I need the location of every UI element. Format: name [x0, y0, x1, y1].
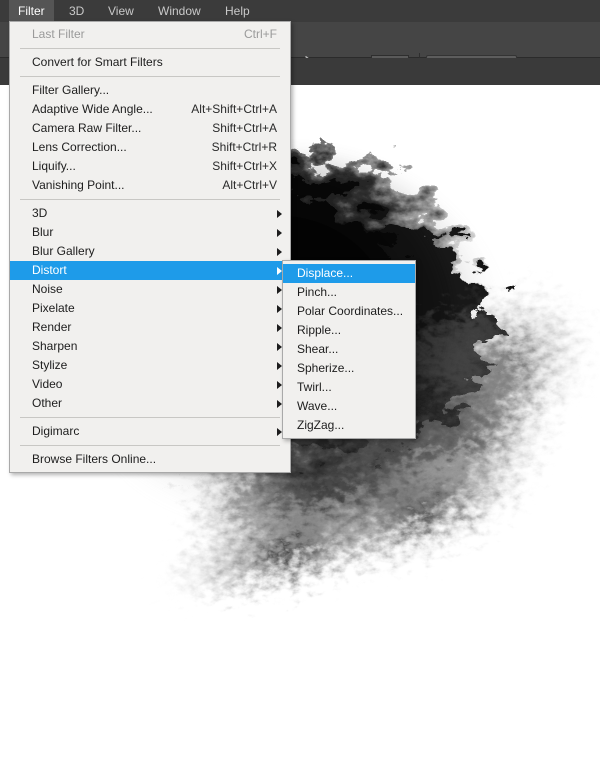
menu-item-label: Render	[32, 320, 72, 334]
menu-item-label: Digimarc	[32, 424, 80, 438]
menu-item-label: Stylize	[32, 358, 68, 372]
menu-item-other[interactable]: Other	[10, 394, 290, 413]
menu-item-label: Sharpen	[32, 339, 78, 353]
menu-item-label: Vanishing Point...	[32, 178, 125, 192]
menu-item-3d[interactable]: 3D	[10, 204, 290, 223]
submenu-item-twirl[interactable]: Twirl...	[283, 378, 415, 397]
submenu-arrow-icon	[277, 248, 282, 256]
menu-item-label: Noise	[32, 282, 63, 296]
menu-item-shortcut: Alt+Ctrl+V	[222, 178, 277, 192]
menu-item-blur-gallery[interactable]: Blur Gallery	[10, 242, 290, 261]
menu-separator	[20, 48, 280, 49]
submenu-item-pinch[interactable]: Pinch...	[283, 283, 415, 302]
menu-item-liquify[interactable]: Liquify... Shift+Ctrl+X	[10, 157, 290, 176]
menu-item-label: Blur Gallery	[32, 244, 95, 258]
menu-item-label: Distort	[32, 263, 67, 277]
submenu-item-zigzag[interactable]: ZigZag...	[283, 416, 415, 435]
submenu-item-shear[interactable]: Shear...	[283, 340, 415, 359]
menu-item-label: Blur	[32, 225, 54, 239]
menubar-item-view[interactable]: View	[99, 0, 143, 22]
submenu-item-label: Polar Coordinates...	[297, 304, 404, 318]
menu-item-label: Lens Correction...	[32, 140, 127, 154]
submenu-item-label: Ripple...	[297, 323, 342, 337]
menu-item-stylize[interactable]: Stylize	[10, 356, 290, 375]
submenu-item-label: Shear...	[297, 342, 339, 356]
submenu-item-label: Spherize...	[297, 361, 355, 375]
menu-item-digimarc[interactable]: Digimarc	[10, 422, 290, 441]
submenu-item-ripple[interactable]: Ripple...	[283, 321, 415, 340]
distort-submenu: Displace... Pinch... Polar Coordinates... R…	[282, 260, 416, 439]
menu-item-label: Convert for Smart Filters	[32, 55, 163, 69]
menu-item-label: 3D	[32, 206, 48, 220]
submenu-item-label: Displace...	[297, 266, 354, 280]
menu-item-label: Video	[32, 377, 63, 391]
menu-item-vanishing-point[interactable]: Vanishing Point... Alt+Ctrl+V	[10, 176, 290, 195]
menu-item-browse-filters-online[interactable]: Browse Filters Online...	[10, 450, 290, 469]
menu-item-render[interactable]: Render	[10, 318, 290, 337]
submenu-item-spherize[interactable]: Spherize...	[283, 359, 415, 378]
submenu-item-displace[interactable]: Displace...	[283, 264, 415, 283]
filter-dropdown-menu: Last Filter Ctrl+F Convert for Smart Filte…	[9, 21, 291, 473]
menubar-item-help[interactable]: Help	[216, 0, 259, 22]
submenu-item-label: ZigZag...	[297, 418, 345, 432]
menu-item-camera-raw-filter[interactable]: Camera Raw Filter... Shift+Ctrl+A	[10, 119, 290, 138]
menu-item-label: Adaptive Wide Angle...	[32, 102, 153, 116]
menu-item-shortcut: Shift+Ctrl+X	[212, 159, 277, 173]
menu-separator	[20, 445, 280, 446]
menu-item-label: Browse Filters Online...	[32, 452, 157, 466]
submenu-item-label: Pinch...	[297, 285, 338, 299]
menu-item-pixelate[interactable]: Pixelate	[10, 299, 290, 318]
menubar-item-3d[interactable]: 3D	[60, 0, 93, 22]
menu-item-convert-for-smart-filters[interactable]: Convert for Smart Filters	[10, 53, 290, 72]
menu-item-shortcut: Ctrl+F	[244, 27, 277, 41]
menu-separator	[20, 417, 280, 418]
menu-item-sharpen[interactable]: Sharpen	[10, 337, 290, 356]
menu-separator	[20, 199, 280, 200]
menu-item-adaptive-wide-angle[interactable]: Adaptive Wide Angle... Alt+Shift+Ctrl+A	[10, 100, 290, 119]
menu-item-noise[interactable]: Noise	[10, 280, 290, 299]
submenu-arrow-icon	[277, 229, 282, 237]
menu-item-blur[interactable]: Blur	[10, 223, 290, 242]
menu-bar: Filter 3D View Window Help	[0, 0, 600, 22]
menu-item-last-filter: Last Filter Ctrl+F	[10, 25, 290, 44]
menu-separator	[20, 76, 280, 77]
submenu-arrow-icon	[277, 210, 282, 218]
menu-item-label: Camera Raw Filter...	[32, 121, 142, 135]
menu-item-distort[interactable]: Distort	[10, 261, 290, 280]
menu-item-label: Liquify...	[32, 159, 76, 173]
menu-item-shortcut: Shift+Ctrl+A	[212, 121, 277, 135]
submenu-item-polar-coordinates[interactable]: Polar Coordinates...	[283, 302, 415, 321]
menu-item-video[interactable]: Video	[10, 375, 290, 394]
menu-item-label: Filter Gallery...	[32, 83, 110, 97]
menu-item-shortcut: Alt+Shift+Ctrl+A	[191, 102, 277, 116]
menu-item-filter-gallery[interactable]: Filter Gallery...	[10, 81, 290, 100]
menubar-item-filter[interactable]: Filter	[9, 0, 54, 22]
menu-item-label: Last Filter	[32, 27, 85, 41]
submenu-item-wave[interactable]: Wave...	[283, 397, 415, 416]
menu-item-label: Other	[32, 396, 63, 410]
menubar-item-window[interactable]: Window	[149, 0, 210, 22]
submenu-item-label: Wave...	[297, 399, 338, 413]
menu-item-shortcut: Shift+Ctrl+R	[211, 140, 277, 154]
menu-item-label: Pixelate	[32, 301, 75, 315]
submenu-item-label: Twirl...	[297, 380, 332, 394]
menu-item-lens-correction[interactable]: Lens Correction... Shift+Ctrl+R	[10, 138, 290, 157]
